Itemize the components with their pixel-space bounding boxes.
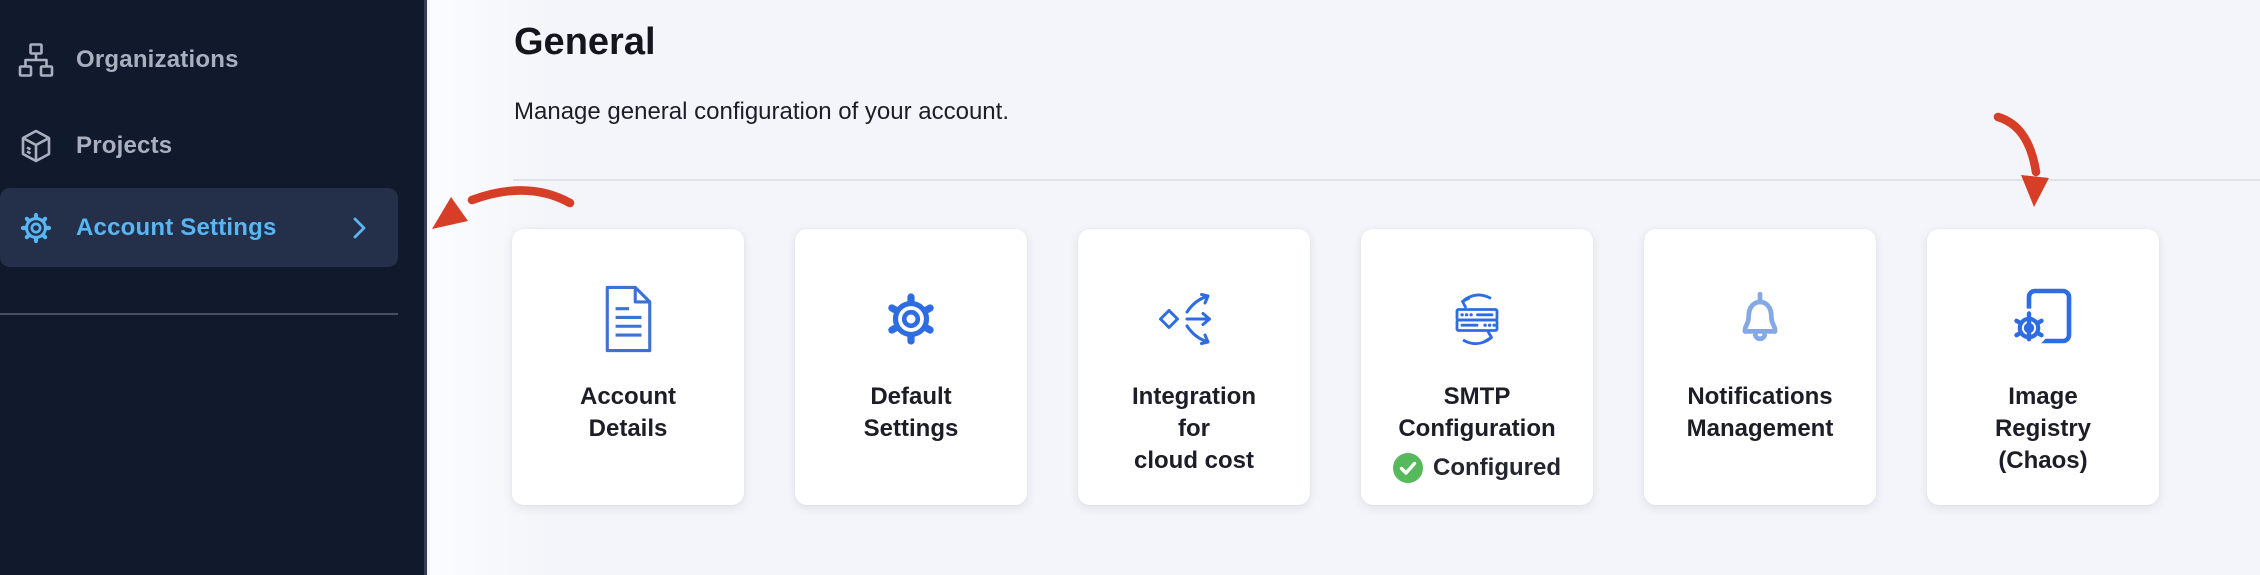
sidebar-item-label: Account Settings	[76, 214, 277, 242]
card-notifications-management[interactable]: Notifications Management	[1644, 229, 1876, 505]
cube-icon	[18, 128, 54, 164]
card-image-registry-chaos[interactable]: Image Registry (Chaos)	[1927, 229, 2159, 505]
page-title: General	[514, 20, 656, 64]
sidebar-item-label: Organizations	[76, 46, 239, 74]
card-default-settings[interactable]: Default Settings	[795, 229, 1027, 505]
card-label: Notifications Management	[1687, 381, 1834, 445]
settings-card-grid: Account Details Default Settings Integra…	[512, 229, 2159, 505]
sidebar-item-organizations[interactable]: Organizations	[0, 30, 398, 90]
chevron-right-icon	[348, 215, 370, 241]
sidebar: Organizations Projects Account Settings	[0, 0, 427, 575]
card-account-details[interactable]: Account Details	[512, 229, 744, 505]
card-label: Image Registry (Chaos)	[1995, 381, 2091, 477]
org-chart-icon	[18, 42, 54, 78]
section-divider	[513, 179, 2260, 181]
gear-icon	[881, 269, 941, 369]
bell-icon	[1731, 269, 1789, 369]
smtp-server-sync-icon	[1446, 269, 1508, 369]
sidebar-item-account-settings[interactable]: Account Settings	[0, 188, 398, 267]
page-subtitle: Manage general configuration of your acc…	[514, 97, 1009, 127]
card-label: SMTP Configuration	[1398, 381, 1555, 445]
branch-arrows-icon	[1157, 269, 1231, 369]
card-label: Account Details	[580, 381, 676, 445]
gear-icon	[18, 210, 54, 246]
card-label: Integration for cloud cost	[1132, 381, 1256, 477]
sidebar-divider	[0, 313, 398, 315]
status-badge: Configured	[1433, 454, 1561, 482]
card-label: Default Settings	[864, 381, 959, 445]
arrow-to-image-registry	[1998, 117, 2049, 207]
smtp-status: Configured	[1393, 453, 1561, 483]
check-circle-icon	[1393, 453, 1423, 483]
registry-gear-icon	[2012, 269, 2074, 369]
sidebar-item-label: Projects	[76, 132, 172, 160]
card-integration-cloud-cost[interactable]: Integration for cloud cost	[1078, 229, 1310, 505]
card-smtp-configuration[interactable]: SMTP Configuration Configured	[1361, 229, 1593, 505]
sidebar-item-projects[interactable]: Projects	[0, 116, 398, 176]
document-icon	[599, 269, 657, 369]
